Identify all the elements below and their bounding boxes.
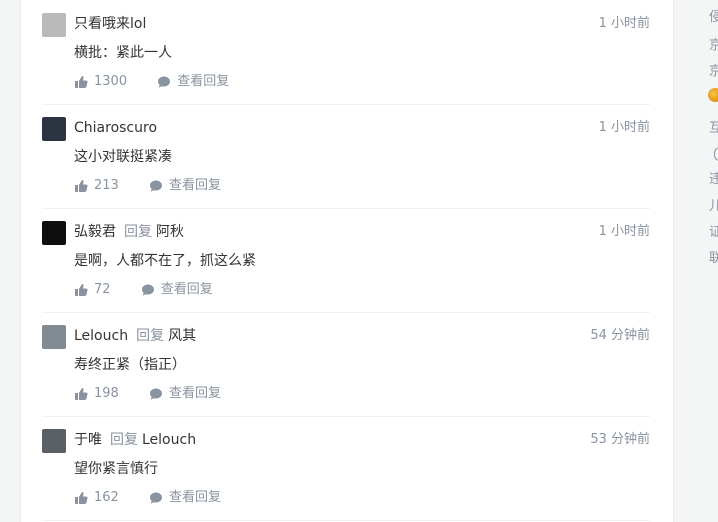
view-replies-label: 查看回复 <box>168 386 221 401</box>
view-replies-label: 查看回复 <box>177 74 230 89</box>
timestamp: 1 小时前 <box>598 16 650 31</box>
timestamp: 54 分钟前 <box>590 328 650 343</box>
view-replies-label: 查看回复 <box>168 178 221 193</box>
like-button[interactable]: 1300 <box>74 72 127 92</box>
comment-text: 横批：紧此一人 <box>74 45 172 61</box>
comment-actions: 198 查看回复 <box>74 384 247 404</box>
reply-label: 回复 <box>110 432 138 448</box>
sidebar-line[interactable]: 儿 <box>709 195 718 214</box>
view-replies-button[interactable]: 查看回复 <box>149 384 221 404</box>
timestamp: 1 小时前 <box>598 224 650 239</box>
like-button[interactable]: 162 <box>74 488 119 508</box>
reply-target-user[interactable]: 风其 <box>168 328 196 344</box>
like-count: 213 <box>94 178 119 193</box>
thumbs-up-icon <box>75 284 88 296</box>
avatar[interactable] <box>42 13 66 37</box>
comment-bubble-icon <box>149 388 162 400</box>
like-count: 1300 <box>94 74 128 89</box>
comment-item: Chiaroscuro 1 小时前 这小对联挺紧凑 213 查看回复 <box>42 104 650 209</box>
sidebar-line[interactable]: 违 <box>709 168 718 187</box>
thumbs-up-icon <box>75 180 88 192</box>
reply-label: 回复 <box>124 224 152 240</box>
comment-item: 只看哦来lol 1 小时前 横批：紧此一人 1300 查看回复 <box>42 0 650 105</box>
emoji-icon <box>708 88 718 102</box>
like-button[interactable]: 198 <box>74 384 119 404</box>
like-count: 162 <box>94 490 119 505</box>
username[interactable]: Chiaroscuro <box>74 120 157 136</box>
comment-header: Chiaroscuro <box>74 118 650 138</box>
comment-header: 于唯 回复 Lelouch <box>74 430 650 450</box>
comment-bubble-icon <box>149 492 162 504</box>
thumbs-up-icon <box>75 76 88 88</box>
sidebar-line[interactable]: 联 <box>709 247 718 266</box>
view-replies-label: 查看回复 <box>160 282 213 297</box>
comment-bubble-icon <box>141 284 154 296</box>
avatar[interactable] <box>42 429 66 453</box>
sidebar-line[interactable]: 证 <box>709 221 718 240</box>
comment-text: 是啊，人都不在了，抓这么紧 <box>74 253 256 269</box>
comment-bubble-icon <box>158 76 171 88</box>
reply-target-user[interactable]: Lelouch <box>142 432 196 448</box>
comment-header: 只看哦来lol <box>74 14 650 34</box>
right-sidebar-clipped: 侵 京 京 互 违 儿 证 联 <box>700 0 718 522</box>
comment-actions: 72 查看回复 <box>74 280 239 300</box>
comment-actions: 1300 查看回复 <box>74 72 255 92</box>
badge-icon <box>714 147 718 161</box>
comment-item: 弘毅君 回复 阿秋 1 小时前 是啊，人都不在了，抓这么紧 72 查看回复 <box>42 208 650 313</box>
reply-label: 回复 <box>136 328 165 344</box>
view-replies-button[interactable]: 查看回复 <box>149 488 221 508</box>
comment-item: 于唯 回复 Lelouch 53 分钟前 望你紧言慎行 162 查看回复 <box>42 416 650 521</box>
like-button[interactable]: 213 <box>74 176 119 196</box>
comment-text: 寿终正紧（指正） <box>74 357 186 373</box>
timestamp: 53 分钟前 <box>590 432 650 447</box>
timestamp: 1 小时前 <box>598 120 650 135</box>
thumbs-up-icon <box>75 492 88 504</box>
sidebar-line[interactable]: 侵 <box>709 6 718 25</box>
view-replies-button[interactable]: 查看回复 <box>157 72 229 92</box>
comment-panel: 只看哦来lol 1 小时前 横批：紧此一人 1300 查看回复 Chiarosc… <box>20 0 674 522</box>
username[interactable]: 弘毅君 <box>74 224 116 240</box>
avatar[interactable] <box>42 117 66 141</box>
username[interactable]: 于唯 <box>74 432 102 448</box>
thumbs-up-icon <box>75 388 88 400</box>
like-count: 198 <box>94 386 119 401</box>
view-replies-button[interactable]: 查看回复 <box>141 280 213 300</box>
like-count: 72 <box>94 282 111 297</box>
comment-text: 这小对联挺紧凑 <box>74 149 172 165</box>
comment-actions: 162 查看回复 <box>74 488 247 508</box>
comment-text: 望你紧言慎行 <box>74 461 158 477</box>
comment-header: 弘毅君 回复 阿秋 <box>74 222 650 242</box>
reply-target-user[interactable]: 阿秋 <box>156 224 184 240</box>
avatar[interactable] <box>42 325 66 349</box>
avatar[interactable] <box>42 221 66 245</box>
username[interactable]: 只看哦来lol <box>74 16 146 32</box>
view-replies-button[interactable]: 查看回复 <box>149 176 221 196</box>
sidebar-line[interactable]: 京 <box>709 34 718 53</box>
comment-bubble-icon <box>149 180 162 192</box>
comment-item: Lelouch 回复 风其 54 分钟前 寿终正紧（指正） 198 查看回复 <box>42 312 650 417</box>
sidebar-line[interactable]: 互 <box>709 117 718 136</box>
sidebar-line[interactable]: 京 <box>709 60 718 79</box>
comment-actions: 213 查看回复 <box>74 176 247 196</box>
username[interactable]: Lelouch <box>74 328 128 344</box>
comment-header: Lelouch 回复 风其 <box>74 326 650 346</box>
view-replies-label: 查看回复 <box>168 490 221 505</box>
like-button[interactable]: 72 <box>74 280 111 300</box>
